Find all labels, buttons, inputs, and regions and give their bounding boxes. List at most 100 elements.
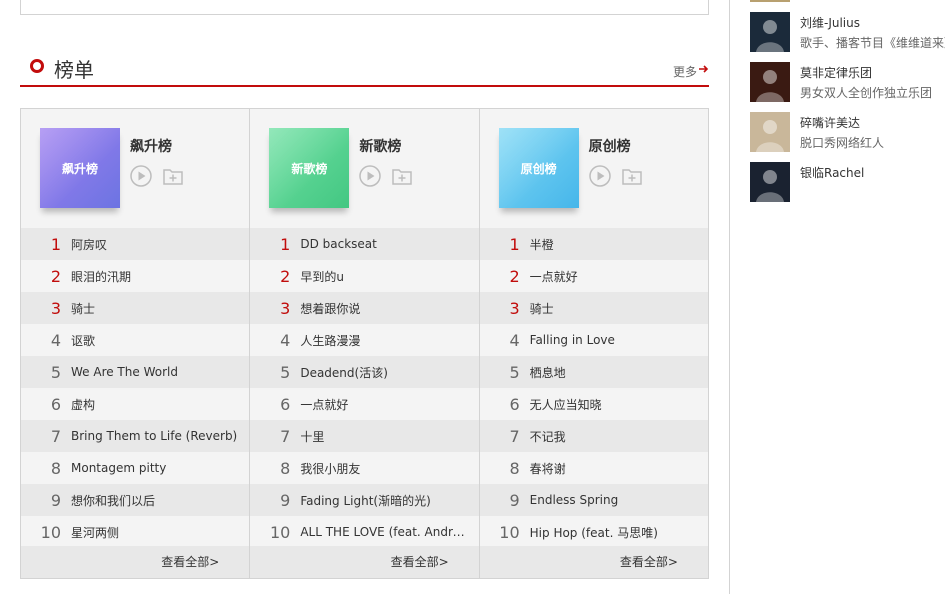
song-rank: 2 — [280, 266, 291, 286]
song-name[interactable]: 眼泪的汛期 — [71, 268, 239, 285]
song-rank: 8 — [50, 458, 61, 478]
song-row[interactable]: 7 十里 — [250, 420, 479, 452]
song-rank: 7 — [50, 426, 61, 446]
song-row[interactable]: 2 早到的u — [250, 260, 479, 292]
chart-title[interactable]: 新歌榜 — [359, 136, 401, 156]
song-row[interactable]: 6 虚构 — [21, 388, 250, 420]
add-to-folder-icon[interactable] — [621, 165, 643, 187]
song-row[interactable]: 9 Fading Light(渐暗的光) — [250, 484, 479, 516]
song-name[interactable]: Montagem pitty — [71, 461, 239, 475]
arrow-right-icon[interactable] — [699, 64, 709, 74]
song-row[interactable]: 4 Falling in Love — [479, 324, 708, 356]
song-row[interactable]: 2 眼泪的汛期 — [21, 260, 250, 292]
play-icon[interactable] — [588, 165, 611, 187]
song-name[interactable]: Fading Light(渐暗的光) — [300, 492, 468, 509]
song-row[interactable]: 7 Bring Them to Life (Reverb) — [21, 420, 250, 452]
song-row[interactable]: 1 阿房叹 — [21, 228, 250, 260]
artist-avatar[interactable] — [750, 12, 790, 52]
song-name[interactable]: 十里 — [300, 428, 468, 445]
chart-column-1: 飙升榜 飙升榜 1 阿房叹 2 眼泪的汛期 3 骑士 4 讴歌 5 We Are The Worl… — [21, 109, 251, 578]
artist-name[interactable]: 银临Rachel — [800, 164, 864, 181]
song-name[interactable]: DD backseat — [300, 237, 468, 251]
artist-item[interactable]: 刘维-Julius 歌手、播客节目《维维道来》主播 — [750, 12, 945, 52]
song-row[interactable]: 10 Hip Hop (feat. 马思唯) — [479, 516, 708, 548]
song-name[interactable]: 讴歌 — [71, 332, 239, 349]
song-name[interactable]: 我很小朋友 — [300, 460, 468, 477]
song-rank: 2 — [50, 266, 61, 286]
add-to-folder-icon[interactable] — [162, 165, 184, 187]
song-row[interactable]: 7 不记我 — [479, 420, 708, 452]
artist-avatar[interactable] — [750, 112, 790, 152]
chart-title[interactable]: 原创榜 — [589, 136, 631, 156]
song-row[interactable]: 2 一点就好 — [479, 260, 708, 292]
artist-item[interactable]: 莫非定律乐团 男女双人全创作独立乐团 — [750, 62, 945, 102]
song-row[interactable]: 10 星河两侧 — [21, 516, 250, 548]
song-name[interactable]: 半橙 — [530, 236, 698, 253]
song-row[interactable]: 1 半橙 — [479, 228, 708, 260]
play-icon[interactable] — [130, 165, 152, 187]
song-name[interactable]: Hip Hop (feat. 马思唯) — [530, 524, 698, 541]
add-to-folder-icon[interactable] — [391, 165, 413, 187]
view-all-link[interactable]: 查看全部> — [620, 553, 678, 570]
artist-item[interactable]: 碎嘴许美达 脱口秀网络红人 — [750, 112, 945, 152]
artist-avatar[interactable] — [750, 62, 790, 102]
song-row[interactable]: 10 ALL THE LOVE (feat. Andre Power) — [250, 516, 479, 548]
song-row[interactable]: 5 栖息地 — [479, 356, 708, 388]
view-all-link[interactable]: 查看全部> — [391, 553, 449, 570]
song-row[interactable]: 3 想着跟你说 — [250, 292, 479, 324]
song-name[interactable]: 早到的u — [300, 268, 468, 285]
chart-title[interactable]: 飙升榜 — [130, 136, 172, 156]
song-name[interactable]: 阿房叹 — [71, 236, 239, 253]
song-rank: 6 — [509, 394, 520, 414]
song-name[interactable]: 骑士 — [71, 300, 239, 317]
song-name[interactable]: 人生路漫漫 — [300, 332, 468, 349]
artist-name[interactable]: 莫非定律乐团 — [800, 64, 872, 81]
song-row[interactable]: 6 一点就好 — [250, 388, 479, 420]
song-row[interactable]: 5 We Are The World — [21, 356, 250, 388]
artist-name[interactable]: 碎嘴许美达 — [800, 114, 860, 131]
song-row[interactable]: 9 想你和我们以后 — [21, 484, 250, 516]
section-title[interactable]: 榜单 — [54, 54, 94, 83]
song-name[interactable]: 无人应当知晓 — [530, 396, 698, 413]
song-row[interactable]: 8 春将谢 — [479, 452, 708, 484]
song-name[interactable]: 骑士 — [530, 300, 698, 317]
more-link[interactable]: 更多 — [673, 63, 697, 80]
song-row[interactable]: 4 人生路漫漫 — [250, 324, 479, 356]
song-name[interactable]: ALL THE LOVE (feat. Andre Power) — [300, 525, 468, 539]
song-name[interactable]: 不记我 — [530, 428, 698, 445]
song-row[interactable]: 5 Deadend(活该) — [250, 356, 479, 388]
artist-name[interactable]: 刘维-Julius — [800, 14, 860, 31]
artist-item[interactable]: 银临Rachel — [750, 162, 945, 202]
song-name[interactable]: 想着跟你说 — [300, 300, 468, 317]
charts-section-header: 榜单 更多 — [20, 50, 709, 87]
song-name[interactable]: 虚构 — [71, 396, 239, 413]
song-name[interactable]: 春将谢 — [530, 460, 698, 477]
chart-cover[interactable]: 原创榜 — [498, 128, 579, 208]
song-name[interactable]: 一点就好 — [530, 268, 698, 285]
song-name[interactable]: 栖息地 — [530, 364, 698, 381]
song-name[interactable]: Falling in Love — [530, 333, 698, 347]
cover-label: 原创榜 — [520, 161, 557, 176]
song-row[interactable]: 3 骑士 — [479, 292, 708, 324]
song-name[interactable]: Endless Spring — [530, 493, 698, 507]
song-row[interactable]: 1 DD backseat — [250, 228, 479, 260]
chart-cover[interactable]: 新歌榜 — [269, 128, 350, 208]
song-row[interactable]: 4 讴歌 — [21, 324, 250, 356]
song-name[interactable]: 想你和我们以后 — [71, 492, 239, 509]
song-row[interactable]: 8 Montagem pitty — [21, 452, 250, 484]
song-name[interactable]: Deadend(活该) — [300, 364, 468, 381]
chart-cover[interactable]: 飙升榜 — [40, 128, 120, 208]
artist-avatar[interactable] — [750, 162, 790, 202]
song-row[interactable]: 8 我很小朋友 — [250, 452, 479, 484]
song-rank: 8 — [509, 458, 520, 478]
song-rank: 6 — [280, 394, 291, 414]
song-name[interactable]: 一点就好 — [300, 396, 468, 413]
song-row[interactable]: 9 Endless Spring — [479, 484, 708, 516]
song-name[interactable]: Bring Them to Life (Reverb) — [71, 429, 239, 443]
song-name[interactable]: We Are The World — [71, 365, 239, 379]
view-all-link[interactable]: 查看全部> — [161, 553, 219, 570]
song-row[interactable]: 6 无人应当知晓 — [479, 388, 708, 420]
song-row[interactable]: 3 骑士 — [21, 292, 250, 324]
song-name[interactable]: 星河两侧 — [71, 524, 239, 541]
play-icon[interactable] — [359, 165, 382, 187]
